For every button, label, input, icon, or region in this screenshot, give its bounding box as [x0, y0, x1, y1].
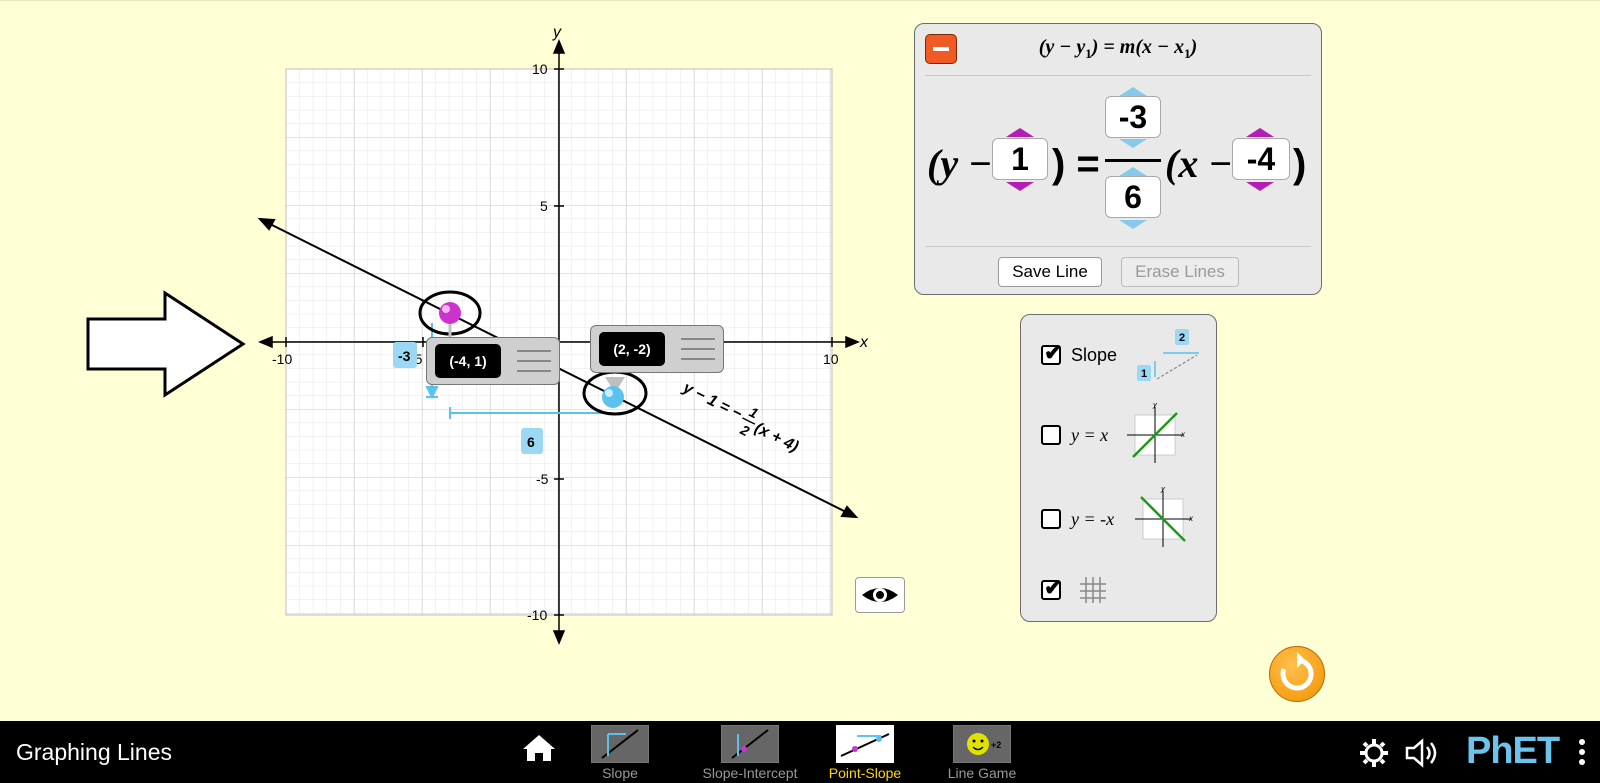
point1-drag-grip[interactable] — [517, 350, 551, 372]
more-menu-icon[interactable] — [1575, 737, 1589, 771]
sim-title: Graphing Lines — [16, 739, 172, 765]
navigation-bar: Graphing Lines Slope Slope-Intercept Poi… — [0, 721, 1600, 783]
point2-coordinate-label: (2, -2) — [599, 332, 665, 366]
y-equals-x-checkbox[interactable] — [1041, 425, 1061, 445]
svg-text:x: x — [1188, 514, 1194, 523]
y-equals-x-label: y = x — [1071, 425, 1109, 445]
slope-screen-icon — [591, 725, 649, 763]
x-tick-10: 10 — [823, 351, 839, 367]
rise-picker[interactable]: -3 — [1105, 96, 1161, 138]
save-line-button[interactable]: Save Line — [998, 257, 1102, 287]
svg-text:y: y — [1160, 487, 1166, 493]
run-increment-button[interactable] — [1119, 167, 1147, 176]
y-tick-neg10: -10 — [527, 607, 547, 623]
run-picker[interactable]: 6 — [1105, 176, 1161, 218]
reset-all-button[interactable] — [1269, 646, 1325, 702]
grid-checkbox[interactable] — [1041, 575, 1062, 601]
sim-play-area: x y -10 -5 5 10 10 5 -5 -10 y − 1 = − 1 … — [0, 0, 1600, 720]
y-tick-neg5: -5 — [536, 471, 549, 487]
run-badge: 6 — [527, 434, 535, 450]
svg-text:y: y — [1152, 403, 1158, 409]
svg-text:x: x — [1180, 430, 1186, 439]
eye-toggle-button[interactable] — [855, 577, 905, 613]
erase-lines-button[interactable]: Erase Lines — [1121, 257, 1239, 287]
eq-y-text: (y − — [927, 141, 993, 186]
y-tick-5: 5 — [540, 198, 548, 214]
y-equals-neg-x-icon: x y — [1135, 487, 1194, 547]
hint-arrow — [86, 290, 246, 398]
y-equals-neg-x-label: y = -x — [1071, 509, 1115, 529]
y-tick-10: 10 — [532, 61, 548, 77]
tab-point-slope-label: Point-Slope — [828, 765, 902, 781]
y-axis-label: y — [552, 24, 562, 41]
rise-badge: -3 — [398, 348, 411, 364]
eq-close-paren: ) — [1293, 142, 1307, 186]
svg-text:1: 1 — [1141, 368, 1147, 380]
tab-slope-intercept-label: Slope-Intercept — [702, 765, 798, 781]
grid-icon — [1080, 577, 1106, 603]
x1-decrement-button[interactable] — [1246, 182, 1274, 191]
line-game-screen-icon: +2 — [953, 725, 1011, 763]
phet-logo[interactable]: PhET — [1466, 731, 1560, 771]
slope-checkbox[interactable] — [1041, 340, 1062, 366]
y1-decrement-button[interactable] — [1006, 182, 1034, 191]
y1-increment-button[interactable] — [1006, 128, 1034, 137]
svg-text:+2: +2 — [991, 740, 1001, 750]
y-equals-x-icon: x y — [1127, 403, 1186, 463]
svg-text:2: 2 — [1179, 332, 1185, 344]
eq-x-text: (x − — [1165, 141, 1233, 186]
point2-drag-grip[interactable] — [681, 338, 715, 360]
rise-increment-button[interactable] — [1119, 87, 1147, 96]
tab-point-slope[interactable]: Point-Slope — [820, 725, 910, 781]
slope-label: Slope — [1071, 345, 1118, 365]
run-decrement-button[interactable] — [1119, 220, 1147, 229]
x1-picker[interactable]: -4 — [1232, 138, 1290, 180]
slope-intercept-screen-icon — [721, 725, 779, 763]
point-slope-screen-icon — [836, 725, 894, 763]
x-tick-neg10: -10 — [272, 351, 292, 367]
y-equals-neg-x-checkbox[interactable] — [1041, 509, 1061, 529]
tab-slope[interactable]: Slope — [580, 725, 660, 781]
options-panel: Slope 2 1 y = x x y y = -x x — [1020, 314, 1217, 622]
speaker-icon[interactable] — [1404, 737, 1442, 769]
equation-panel: (y − y1) = m(x − x1) (y − 1 ) = -3 6 (x … — [914, 23, 1322, 295]
x-axis-label: x — [859, 334, 869, 351]
tab-slope-label: Slope — [602, 765, 638, 781]
tab-slope-intercept[interactable]: Slope-Intercept — [700, 725, 800, 781]
tab-line-game[interactable]: +2 Line Game — [942, 725, 1022, 781]
rise-decrement-button[interactable] — [1119, 139, 1147, 148]
y1-picker[interactable]: 1 — [992, 138, 1048, 180]
point1-coordinate-tag[interactable]: (-4, 1) — [426, 337, 560, 385]
tab-line-game-label: Line Game — [947, 765, 1017, 781]
gear-icon[interactable] — [1358, 737, 1390, 769]
x1-increment-button[interactable] — [1246, 128, 1274, 137]
general-form-equation: (y − y1) = m(x − x1) — [1038, 36, 1198, 61]
eq-equals-text: ) = — [1052, 142, 1100, 186]
point1-coordinate-label: (-4, 1) — [435, 344, 501, 378]
eye-icon — [862, 588, 898, 602]
slope-icon: 2 1 — [1137, 329, 1199, 381]
slope-fraction-bar — [1105, 159, 1161, 162]
reset-icon — [1280, 652, 1314, 691]
home-icon[interactable] — [522, 733, 556, 763]
point2-coordinate-tag[interactable]: (2, -2) — [590, 325, 724, 373]
